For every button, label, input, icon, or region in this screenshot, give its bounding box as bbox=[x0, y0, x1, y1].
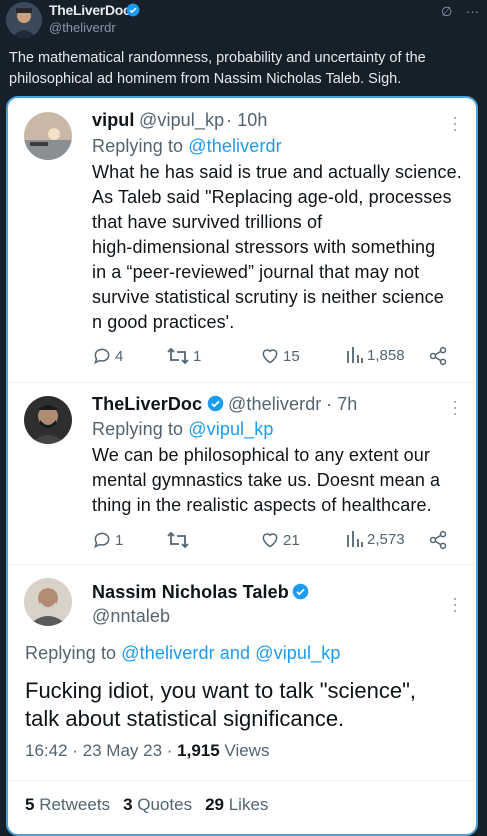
retweets-label: Retweets bbox=[34, 795, 111, 814]
tweet-text-line: in a “peer-reviewed” journal that may no… bbox=[92, 262, 420, 282]
author-name[interactable]: vipul bbox=[92, 110, 135, 131]
author-handle[interactable]: @theliverdr bbox=[228, 394, 321, 415]
mention-link[interactable]: @theliverdr bbox=[188, 136, 281, 156]
more-icon[interactable]: ··· bbox=[446, 399, 466, 417]
tweet-text-line: talk about statistical significance. bbox=[25, 706, 345, 731]
reply-icon bbox=[94, 532, 110, 549]
mention-link[interactable]: @vipul_kp bbox=[188, 419, 273, 439]
replying-and: and bbox=[214, 643, 256, 663]
likes-stat[interactable]: 29 Likes bbox=[205, 795, 268, 814]
avatar[interactable] bbox=[6, 2, 42, 38]
replying-to: Replying to @theliverdr and @vipul_kp bbox=[25, 643, 340, 664]
author-name[interactable]: TheLiverDoc bbox=[92, 394, 202, 415]
retweets-stat[interactable]: 5 Retweets bbox=[25, 795, 110, 814]
tweet-text-line: n good practices'. bbox=[92, 312, 235, 332]
share-icon bbox=[429, 530, 447, 550]
tweet-text: The mathematical randomness, probability… bbox=[9, 50, 426, 87]
tweet-stats: 5 Retweets 3 Quotes 29 Likes bbox=[25, 795, 281, 815]
verified-badge-icon bbox=[292, 583, 309, 600]
outer-tweet-header: TheLiverDoc @theliverdr ∅ ··· bbox=[0, 0, 487, 40]
quotes-number: 3 bbox=[123, 795, 133, 814]
quotes-stat[interactable]: 3 Quotes bbox=[123, 795, 192, 814]
replying-prefix: Replying to bbox=[25, 643, 122, 663]
avatar-image bbox=[6, 2, 42, 38]
retweet-button[interactable]: 1 bbox=[166, 346, 201, 366]
tweet-text-line: What he has said is true and actually sc… bbox=[92, 162, 462, 182]
replying-prefix: Replying to bbox=[92, 419, 189, 439]
quoted-screenshot[interactable]: vipul @vipul_kp · 10h ··· Replying to @t… bbox=[6, 96, 478, 836]
avatar-image bbox=[24, 396, 72, 444]
quotes-label: Quotes bbox=[132, 795, 193, 814]
tweet-text-line: high-dimensional stressors with somethin… bbox=[92, 237, 436, 257]
tweet-text-line: As Taleb said "Replacing age-old, proces… bbox=[92, 187, 452, 207]
replying-to: Replying to @theliverdr bbox=[92, 136, 282, 157]
view-count: 2,573 bbox=[367, 530, 405, 548]
retweet-icon bbox=[167, 531, 189, 549]
like-button[interactable]: 21 bbox=[260, 530, 300, 550]
like-button[interactable]: 15 bbox=[260, 346, 300, 366]
verified-badge-icon bbox=[207, 395, 224, 412]
view-count: 1,858 bbox=[367, 346, 405, 364]
timestamp[interactable]: 16:42 · 23 May 23 · bbox=[25, 741, 177, 760]
replying-to: Replying to @vipul_kp bbox=[92, 419, 273, 440]
reply-icon bbox=[94, 348, 110, 365]
share-button[interactable] bbox=[428, 346, 448, 366]
retweet-button[interactable] bbox=[166, 530, 193, 550]
retweet-count: 1 bbox=[193, 347, 202, 365]
avatar-image bbox=[24, 578, 72, 626]
tweet-action-bar: 4 1 15 1,858 bbox=[8, 346, 476, 370]
reply-count: 4 bbox=[115, 347, 124, 365]
like-count: 15 bbox=[283, 347, 300, 365]
avatar[interactable] bbox=[24, 112, 72, 160]
tweet-time[interactable]: · 7h bbox=[326, 394, 357, 415]
more-icon[interactable]: ··· bbox=[466, 4, 479, 19]
likes-number: 29 bbox=[205, 795, 224, 814]
divider bbox=[8, 564, 476, 565]
reply-button[interactable]: 1 bbox=[92, 530, 123, 550]
views-chart-icon bbox=[347, 531, 363, 547]
tweet-text-line: We can be philosophical to any extent ou… bbox=[92, 445, 430, 465]
share-button[interactable] bbox=[428, 530, 448, 550]
verified-badge-icon bbox=[126, 3, 140, 17]
avatar[interactable] bbox=[24, 396, 72, 444]
tweet-text-line: survive statistical scrutiny is neither … bbox=[92, 287, 444, 307]
more-icon[interactable]: ··· bbox=[446, 596, 466, 614]
edit-icon[interactable]: ∅ bbox=[441, 4, 452, 19]
divider bbox=[8, 780, 476, 781]
tweet-action-bar: 1 21 2,573 bbox=[8, 530, 476, 554]
more-icon[interactable]: ··· bbox=[446, 115, 466, 133]
author-name[interactable]: Nassim Nicholas Taleb bbox=[92, 582, 289, 603]
divider bbox=[8, 382, 476, 383]
heart-icon bbox=[262, 533, 278, 548]
views-chart-icon bbox=[347, 347, 363, 363]
replying-prefix: Replying to bbox=[92, 136, 189, 156]
like-count: 21 bbox=[283, 531, 300, 549]
avatar-image bbox=[24, 112, 72, 160]
author-handle[interactable]: @nntaleb bbox=[92, 606, 170, 627]
mention-link[interactable]: @theliverdr bbox=[121, 643, 214, 663]
reply-button[interactable]: 4 bbox=[92, 346, 123, 366]
tweet-text-line: that have survived trillions of bbox=[92, 212, 323, 232]
likes-label: Likes bbox=[224, 795, 269, 814]
avatar[interactable] bbox=[24, 578, 72, 626]
views-button[interactable]: 2,573 bbox=[346, 530, 405, 548]
views-label: Views bbox=[219, 741, 270, 760]
share-icon bbox=[429, 346, 447, 366]
tweet-text-line: thing in the realistic aspects of health… bbox=[92, 495, 432, 515]
views-number: 1,915 bbox=[177, 741, 220, 760]
reply-count: 1 bbox=[115, 531, 124, 549]
mention-link[interactable]: @vipul_kp bbox=[255, 643, 340, 663]
views-button[interactable]: 1,858 bbox=[346, 346, 405, 364]
tweet-meta: 16:42 · 23 May 23 · 1,915 Views bbox=[25, 741, 269, 761]
heart-icon bbox=[262, 349, 278, 364]
tweet-text-line: Fucking idiot, you want to talk "science… bbox=[25, 678, 417, 703]
tweet-text-line: mental gymnastics take us. Doesnt mean a bbox=[92, 470, 441, 490]
tweet-actions: ∅ ··· bbox=[431, 4, 479, 20]
tweet-time[interactable]: · 10h bbox=[226, 110, 268, 131]
retweet-icon bbox=[167, 347, 189, 365]
author-name[interactable]: TheLiverDoc bbox=[49, 2, 131, 18]
author-handle[interactable]: @theliverdr bbox=[49, 20, 116, 35]
author-handle[interactable]: @vipul_kp bbox=[139, 110, 224, 131]
